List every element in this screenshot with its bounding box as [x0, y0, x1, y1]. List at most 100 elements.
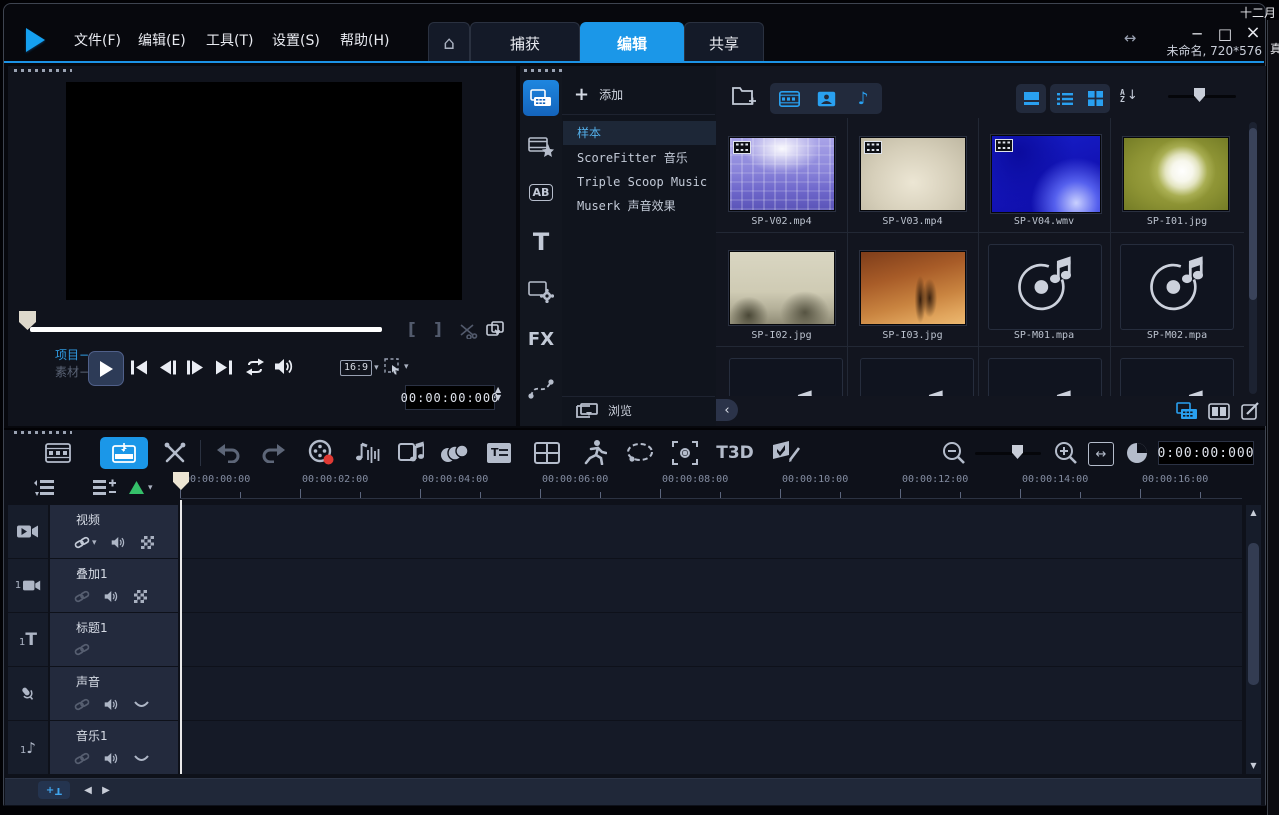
zoom-in-button[interactable]	[1052, 440, 1080, 466]
timeline-view-button[interactable]	[100, 437, 148, 469]
link-toggle[interactable]	[74, 644, 90, 655]
library-panel-button[interactable]	[1174, 400, 1200, 422]
grid-view-button[interactable]	[1080, 84, 1110, 113]
music-track-header[interactable]: 音乐1	[50, 721, 178, 774]
selection-tool-selector[interactable]: ▾	[384, 358, 409, 375]
media-thumbnail-sp-v03[interactable]	[860, 137, 966, 211]
video-track-lane[interactable]	[180, 505, 1242, 558]
go-to-start-button[interactable]	[130, 360, 149, 375]
minimize-button[interactable]: ─	[1184, 24, 1210, 44]
video-track-type-cell[interactable]	[8, 505, 48, 558]
zoom-out-button[interactable]	[940, 440, 968, 466]
media-thumbnail-audio[interactable]	[860, 358, 974, 396]
redo-button[interactable]	[258, 440, 288, 466]
list-view-button[interactable]	[1050, 84, 1080, 113]
menu-edit[interactable]: 编辑(E)	[134, 29, 190, 53]
gallery-scrollbar-thumb[interactable]	[1249, 128, 1257, 300]
mask-creator-button[interactable]	[770, 438, 802, 466]
home-tab[interactable]: ⌂	[428, 22, 470, 63]
tab-capture[interactable]: 捕获	[470, 22, 580, 63]
timeline-timecode[interactable]: 0:00:00:000	[1158, 441, 1254, 465]
nav-title-button[interactable]: T	[528, 228, 554, 256]
tab-edit[interactable]: 编辑	[580, 22, 684, 63]
media-thumbnail-sp-m02[interactable]	[1120, 244, 1234, 330]
sort-button[interactable]: AZ ↓	[1120, 88, 1138, 103]
sound-mixer-button[interactable]	[352, 438, 382, 466]
overlay-track-header[interactable]: 叠加1	[50, 559, 178, 612]
media-thumbnail-sp-v04[interactable]	[991, 135, 1101, 213]
link-toggle[interactable]	[74, 753, 90, 764]
add-remove-track-button[interactable]	[90, 478, 118, 498]
scroll-down-icon[interactable]: ▼	[1246, 762, 1261, 770]
motion-tracking-button[interactable]	[580, 438, 610, 466]
maximize-button[interactable]: □	[1212, 24, 1238, 44]
split-clip-button[interactable]	[458, 323, 478, 339]
swap-tracks-button[interactable]: +T	[38, 781, 70, 799]
category-triple-scoop[interactable]: Triple Scoop Music	[563, 170, 729, 194]
scrubber-track[interactable]	[30, 327, 382, 332]
media-thumbnail-sp-i01[interactable]	[1123, 137, 1229, 211]
filter-photos-button[interactable]	[808, 83, 845, 114]
waveform-toggle[interactable]	[134, 754, 149, 763]
mute-toggle[interactable]	[104, 698, 120, 711]
preview-timecode[interactable]: 00:00:00:000	[405, 385, 495, 410]
mute-toggle[interactable]	[111, 536, 127, 549]
menu-tools[interactable]: 工具(T)	[202, 29, 257, 53]
scroll-right-button[interactable]: ▶	[98, 782, 114, 800]
go-to-end-button[interactable]	[214, 360, 233, 375]
nav-media-button[interactable]	[523, 80, 559, 116]
filter-audio-button[interactable]: ♪	[845, 83, 882, 114]
import-media-button[interactable]	[732, 84, 758, 108]
repeat-button[interactable]	[244, 358, 266, 376]
split-screen-template-button[interactable]	[532, 440, 562, 466]
auto-music-button[interactable]	[396, 438, 426, 466]
transparency-toggle[interactable]	[141, 536, 154, 549]
timeline-zoom-slider[interactable]	[975, 452, 1041, 455]
preview-panel-grip[interactable]	[14, 69, 72, 72]
enlarge-preview-button[interactable]	[486, 321, 504, 337]
scroll-up-icon[interactable]: ▲	[1246, 509, 1261, 517]
previous-frame-button[interactable]	[158, 360, 177, 375]
voice-track-type-cell[interactable]	[8, 667, 48, 720]
timeline-panel-grip[interactable]	[14, 431, 72, 434]
close-button[interactable]: ×	[1240, 23, 1266, 43]
menu-file[interactable]: 文件(F)	[70, 29, 125, 53]
duration-button[interactable]	[1124, 440, 1150, 466]
preview-screen[interactable]	[66, 82, 462, 300]
waveform-toggle[interactable]	[134, 700, 149, 709]
mute-toggle[interactable]	[104, 590, 120, 603]
media-thumbnail-sp-i03[interactable]	[860, 251, 966, 325]
category-scorefitter[interactable]: ScoreFitter 音乐	[563, 146, 729, 170]
scroll-left-button[interactable]: ◀	[80, 782, 96, 800]
menu-help[interactable]: 帮助(H)	[336, 29, 393, 53]
spinner-down-icon[interactable]: ▼	[495, 394, 501, 402]
banner-view-button[interactable]	[1016, 84, 1046, 113]
next-frame-button[interactable]	[186, 360, 205, 375]
browse-button[interactable]: 浏览	[576, 402, 632, 419]
edit-panel-button[interactable]	[1238, 400, 1264, 422]
mute-toggle[interactable]	[104, 752, 120, 765]
media-thumbnail-audio[interactable]	[988, 358, 1102, 396]
play-button[interactable]	[88, 351, 124, 386]
media-thumbnail-audio[interactable]	[1120, 358, 1234, 396]
painting-creator-button[interactable]	[438, 440, 470, 466]
mask-tracker-button[interactable]	[670, 440, 700, 466]
undo-button[interactable]	[214, 440, 244, 466]
menu-settings[interactable]: 设置(S)	[268, 29, 324, 53]
volume-button[interactable]	[274, 358, 296, 375]
mode-project[interactable]: 项目−	[55, 348, 89, 362]
mode-clip[interactable]: 素材−	[55, 365, 89, 379]
ripple-edit-button[interactable]: ▾	[128, 480, 153, 495]
collapse-library-button[interactable]: ‹	[716, 399, 738, 421]
title-3d-button[interactable]: T3D	[716, 440, 754, 466]
playhead-line[interactable]	[180, 500, 182, 774]
link-toggle[interactable]	[74, 699, 90, 710]
subtitle-editor-button[interactable]: T	[484, 440, 514, 466]
voice-track-header[interactable]: 声音	[50, 667, 178, 720]
video-track-header[interactable]: 视频 ▾	[50, 505, 178, 558]
mark-out-button[interactable]: ]	[434, 320, 442, 340]
title-track-header[interactable]: 标题1	[50, 613, 178, 666]
options-panel-button[interactable]	[1206, 400, 1232, 422]
tools-button[interactable]	[160, 440, 190, 466]
nav-instant-project-button[interactable]	[527, 132, 555, 160]
